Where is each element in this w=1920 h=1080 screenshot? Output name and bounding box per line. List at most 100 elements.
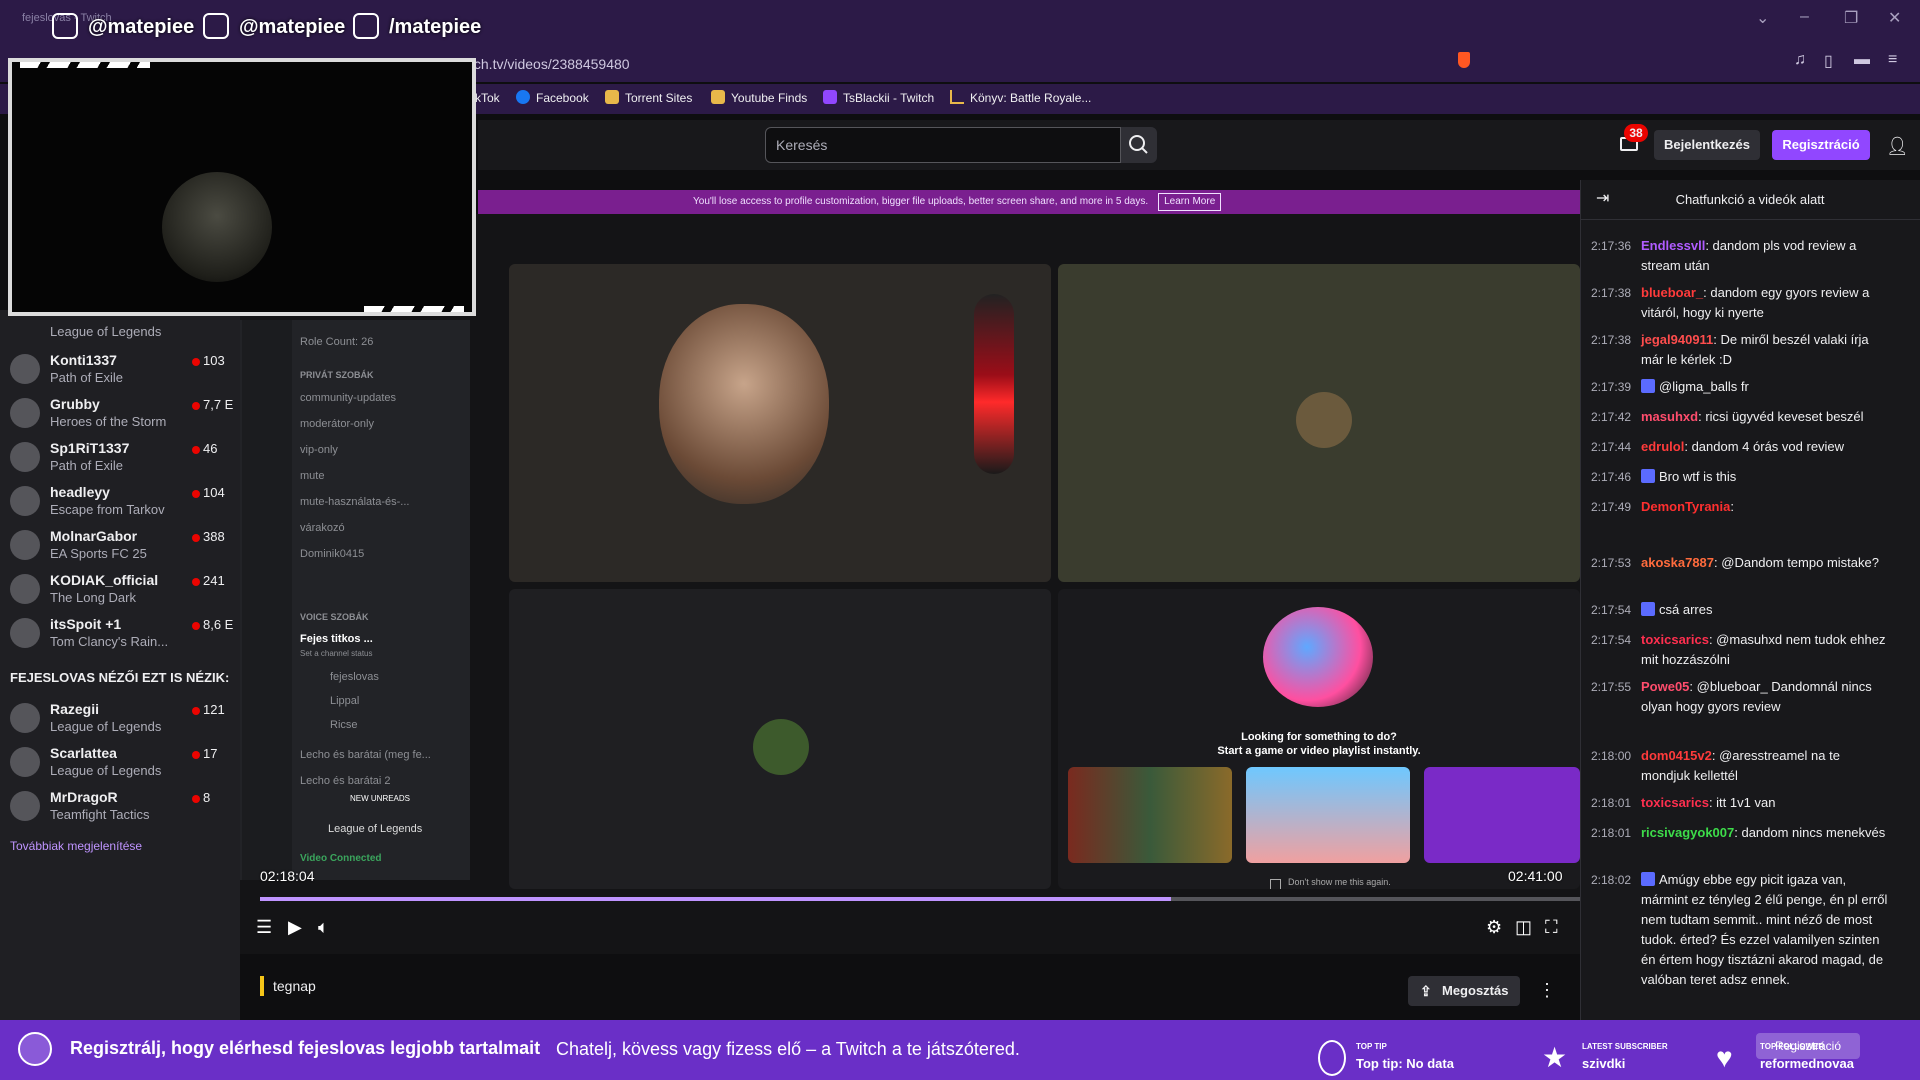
- signup-button[interactable]: Regisztráció: [1772, 130, 1870, 160]
- discord-voice-user[interactable]: Lippal: [330, 695, 359, 707]
- sidebar-channel[interactable]: MrDragoR Teamfight Tactics 8: [0, 785, 240, 827]
- volume-icon[interactable]: 🔈︎: [318, 917, 329, 938]
- discord-voice-user[interactable]: fejeslovas: [330, 671, 379, 683]
- collapse-chat-icon[interactable]: ⇥: [1596, 188, 1609, 208]
- user-icon[interactable]: 👤︎: [1886, 136, 1909, 157]
- chat-username[interactable]: toxicsarics: [1641, 632, 1709, 647]
- play-icon[interactable]: ▶: [288, 917, 302, 938]
- url-field[interactable]: tch.tv/videos/2388459480: [470, 50, 1470, 78]
- channel-game: Heroes of the Storm: [50, 414, 167, 429]
- music-icon[interactable]: ♫: [1794, 51, 1806, 69]
- search-input[interactable]: Keresés: [765, 127, 1121, 163]
- chat-username[interactable]: Powe05: [1641, 679, 1689, 694]
- sidebar-channel[interactable]: Grubby Heroes of the Storm 7,7 E: [0, 392, 240, 434]
- sidebar-channel[interactable]: KODIAK_official The Long Dark 241: [0, 568, 240, 610]
- chat-text: csá arres: [1659, 602, 1713, 617]
- streamer-face: [162, 172, 272, 282]
- chat-username[interactable]: Endlessvll: [1641, 238, 1705, 253]
- sidebar-channel[interactable]: Konti1337 Path of Exile 103: [0, 348, 240, 390]
- bookmark-torrent-sites[interactable]: Torrent Sites: [605, 87, 692, 109]
- seek-bar[interactable]: [260, 897, 1580, 901]
- discord-channel[interactable]: moderátor-only: [300, 418, 374, 430]
- channel-game: Teamfight Tactics: [50, 807, 150, 822]
- sidebar-channel[interactable]: MolnarGabor EA Sports FC 25 388: [0, 524, 240, 566]
- viewer-count: 46: [203, 441, 218, 456]
- discord-role-count[interactable]: Role Count: 26: [300, 336, 373, 348]
- tab-list-chevron-icon[interactable]: ⌄: [1756, 8, 1769, 28]
- sidebar-toggle-icon[interactable]: ▯: [1824, 51, 1833, 71]
- sidebar-channel[interactable]: itsSpoit +1 Tom Clancy's Rain... 8,6 E: [0, 612, 240, 654]
- discord-new-unreads[interactable]: NEW UNREADS: [350, 794, 410, 803]
- sidebar-channel[interactable]: Razegii League of Legends 121: [0, 697, 240, 739]
- discord-lol-room[interactable]: League of Legends: [328, 823, 422, 835]
- top-tip-label: TOP TIP: [1356, 1042, 1387, 1051]
- discord-channel[interactable]: vip-only: [300, 444, 338, 456]
- more-options-icon[interactable]: ⋮: [1538, 980, 1556, 1001]
- bookmark-facebook[interactable]: Facebook: [516, 87, 589, 109]
- webcam-frame-stripes: [20, 62, 150, 68]
- discord-channel[interactable]: mute-használata-és-...: [300, 496, 409, 508]
- chat-username[interactable]: dom0415v2: [1641, 748, 1712, 763]
- discord-voice-channel[interactable]: Lecho és barátai (meg fe...: [300, 749, 431, 761]
- star-icon: ★: [1542, 1042, 1568, 1073]
- chat-username[interactable]: ricsivagyok007: [1641, 825, 1734, 840]
- chat-text: dandom nincs menekvés: [1741, 825, 1886, 840]
- chat-username[interactable]: masuhxd: [1641, 409, 1698, 424]
- discord-voice-channel[interactable]: Lecho és barátai 2: [300, 775, 391, 787]
- chat-username[interactable]: blueboar_: [1641, 285, 1703, 300]
- channel-avatar: [10, 747, 40, 777]
- chat-badge-icon: [1641, 602, 1655, 616]
- bookmark-tiktok[interactable]: kTok: [475, 87, 500, 109]
- fullscreen-icon[interactable]: ⛶: [1545, 917, 1558, 938]
- bookmark-tsblackii[interactable]: TsBlackii - Twitch: [823, 87, 934, 109]
- discord-video-connected[interactable]: Video Connected: [300, 853, 382, 864]
- chat-username[interactable]: toxicsarics: [1641, 795, 1709, 810]
- channel-avatar: [10, 703, 40, 733]
- restore-icon[interactable]: ❐: [1844, 8, 1858, 28]
- theatre-mode-icon[interactable]: ◫: [1515, 917, 1532, 938]
- youtube-icon: [353, 13, 379, 39]
- live-dot-icon: [192, 534, 200, 542]
- minimize-icon[interactable]: –: [1800, 8, 1809, 26]
- discord-channel[interactable]: community-updates: [300, 392, 396, 404]
- brave-shield-icon[interactable]: [1458, 52, 1470, 68]
- discord-channel[interactable]: Dominik0415: [300, 548, 364, 560]
- chapters-icon[interactable]: ☰: [256, 917, 272, 938]
- channel-avatar: [10, 530, 40, 560]
- chat-username[interactable]: akoska7887: [1641, 555, 1714, 570]
- activity-card-spark[interactable]: [1068, 767, 1232, 863]
- sidebar-channel[interactable]: headleyy Escape from Tarkov 104: [0, 480, 240, 522]
- chat-username[interactable]: jegal940911: [1641, 332, 1713, 347]
- search-button[interactable]: [1121, 127, 1157, 163]
- show-more-link[interactable]: Továbbiak megjelenítése: [10, 839, 142, 853]
- bookmark-konyv[interactable]: Könyv: Battle Royale...: [950, 87, 1091, 109]
- bookmark-youtube-finds[interactable]: Youtube Finds: [711, 87, 807, 109]
- activity-card-phone[interactable]: [1424, 767, 1580, 863]
- sidebar-channel[interactable]: Sp1RiT1337 Path of Exile 46: [0, 436, 240, 478]
- discord-channel[interactable]: várakozó: [300, 522, 345, 534]
- discord-voice-status[interactable]: Set a channel status: [300, 649, 373, 658]
- chat-text: dandom 4 órás vod review: [1691, 439, 1845, 454]
- close-icon[interactable]: ✕: [1888, 8, 1901, 28]
- share-button[interactable]: ⇪ Megosztás: [1408, 976, 1520, 1006]
- menu-icon[interactable]: ≡: [1888, 51, 1897, 69]
- activity-card-farm[interactable]: [1246, 767, 1410, 863]
- learn-more-button[interactable]: Learn More: [1158, 193, 1222, 211]
- activity-tile: Looking for something to do? Start a gam…: [1058, 589, 1580, 889]
- discord-category-voice[interactable]: VOICE SZOBÁK: [300, 612, 369, 622]
- channel-avatar: [18, 1032, 52, 1066]
- wallet-icon[interactable]: ▬: [1854, 51, 1870, 69]
- chat-message: 2:18:00 dom0415v2: @aresstreamel na te mo…: [1591, 746, 1896, 786]
- discord-voice-user[interactable]: Ricse: [330, 719, 358, 731]
- chat-username[interactable]: edrulol: [1641, 439, 1684, 454]
- channel-name: headleyy: [50, 484, 110, 500]
- login-button[interactable]: Bejelentkezés: [1654, 130, 1760, 160]
- sidebar-channel[interactable]: Scarlattea League of Legends 17: [0, 741, 240, 783]
- chat-username[interactable]: DemonTyrania: [1641, 499, 1730, 514]
- dont-show-checkbox[interactable]: [1270, 879, 1281, 889]
- discord-category-private[interactable]: PRIVÁT SZOBÁK: [300, 370, 374, 380]
- discord-voice-channel[interactable]: Fejes titkos ...: [300, 633, 373, 645]
- discord-channel[interactable]: mute: [300, 470, 324, 482]
- settings-gear-icon[interactable]: ⚙: [1486, 917, 1502, 938]
- chat-timestamp: 2:17:54: [1591, 603, 1632, 617]
